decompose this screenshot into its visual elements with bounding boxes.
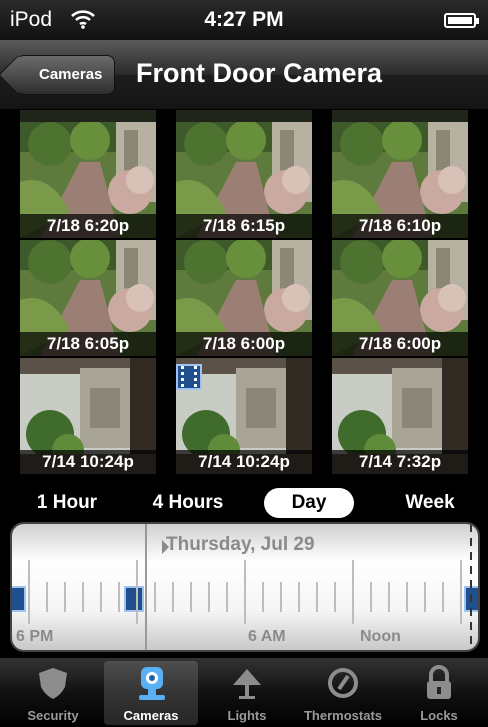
tab-lights-label: Lights [227,708,267,723]
tab-cameras-label: Cameras [123,708,179,723]
tab-locks[interactable]: Locks [392,661,486,725]
status-bar: iPod 4:27 PM [0,0,488,40]
camera-thumbnail[interactable]: 7/14 10:24p [176,358,312,474]
tab-cameras[interactable]: Cameras [104,661,198,725]
shield-icon [6,665,100,701]
timeline-tick [388,582,390,612]
timeline-label-6pm: 6 PM [16,628,54,645]
time-range-selector: 1 Hour 4 Hours Day Week [0,484,488,522]
timeline-tick [28,560,30,624]
lock-icon [392,665,486,701]
timeline-tick [352,560,354,624]
timeline-tick [442,582,444,612]
back-button-label: Cameras [39,66,103,83]
timeline-tick [172,582,174,612]
timeline-tick [208,582,210,612]
thumbnail-timestamp: 7/18 6:20p [20,214,156,238]
timeline-label-6am: 6 AM [248,628,286,645]
timeline-tick [280,582,282,612]
camera-thumbnail[interactable]: 7/18 6:20p [20,122,156,238]
timeline-tick [334,582,336,612]
video-clip-marker[interactable] [12,586,26,612]
thumbnail-grid[interactable]: 7/18 6:20p 7/18 6:15p 7/18 6:10p 7/18 6:05p… [0,110,488,484]
camera-thumbnail[interactable]: 7/18 6:10p [332,122,468,238]
timeline-date: Thursday, Jul 29 [166,534,315,555]
clock: 4:27 PM [204,8,284,31]
timeline-tick [406,582,408,612]
thumbnail-timestamp: 7/18 6:15p [176,214,312,238]
timeline-tick [424,582,426,612]
tab-thermostats[interactable]: Thermostats [296,661,390,725]
camera-thumbnail[interactable]: 7/18 6:00p [332,240,468,356]
thumbnail-timestamp: 7/18 6:00p [332,332,468,356]
thumbnail-timestamp: 7/14 10:24p [176,450,312,474]
timeline-label-noon: Noon [360,628,401,645]
timeline-tick [46,582,48,612]
camera-thumbnail[interactable]: 7/18 6:05p [20,240,156,356]
timeline-tick [154,582,156,612]
tab-security-label: Security [27,708,79,723]
thumbnail-timestamp: 7/14 7:32p [332,450,468,474]
video-clip-marker[interactable] [124,586,144,612]
navigation-bar: Cameras Front Door Camera [0,40,488,110]
battery-icon [444,13,479,28]
timeline-tick [100,582,102,612]
timeline-tick [478,582,480,612]
timeline-tick [82,582,84,612]
timeline-tick [460,560,462,624]
tab-thermostats-label: Thermostats [303,708,383,723]
camera-icon [104,665,198,701]
timeline-tick [190,582,192,612]
thumbnail-timestamp: 7/18 6:05p [20,332,156,356]
range-4-hours[interactable]: 4 Hours [138,488,238,518]
camera-thumbnail[interactable]: 7/18 6:15p [176,122,312,238]
tab-bar: Security Cameras Lights Thermostats Lock… [0,658,488,727]
video-clip-icon [176,364,202,390]
page-title: Front Door Camera [136,58,383,88]
timeline-tick [136,560,138,624]
timeline-tick [244,560,246,624]
range-1-hour[interactable]: 1 Hour [24,488,110,518]
thumbnail-timestamp: 7/18 6:10p [332,214,468,238]
timeline-tick [370,582,372,612]
camera-thumbnail[interactable]: 7/14 10:24p [20,358,156,474]
camera-thumbnail[interactable]: 7/18 6:00p [176,240,312,356]
tab-locks-label: Locks [420,708,458,723]
tab-lights[interactable]: Lights [200,661,294,725]
range-week[interactable]: Week [388,488,472,518]
camera-thumbnail[interactable]: 7/14 7:32p [332,358,468,474]
lamp-icon [200,665,294,701]
tab-security[interactable]: Security [6,661,100,725]
timeline-tick [316,582,318,612]
thumbnail-timestamp: 7/14 10:24p [20,450,156,474]
timeline-tick [64,582,66,612]
timeline-tick [298,582,300,612]
range-day[interactable]: Day [264,488,354,518]
timeline-tick [262,582,264,612]
thermostat-icon [296,665,390,701]
timeline-tick [118,582,120,612]
timeline-tick [226,582,228,612]
current-time-marker [470,524,472,650]
timeline-scrubber[interactable]: Thursday, Jul 29 6 PM 6 AM Noon [10,522,480,652]
back-button[interactable]: Cameras [16,55,116,95]
thumbnail-timestamp: 7/18 6:00p [176,332,312,356]
day-boundary-marker [145,524,147,650]
